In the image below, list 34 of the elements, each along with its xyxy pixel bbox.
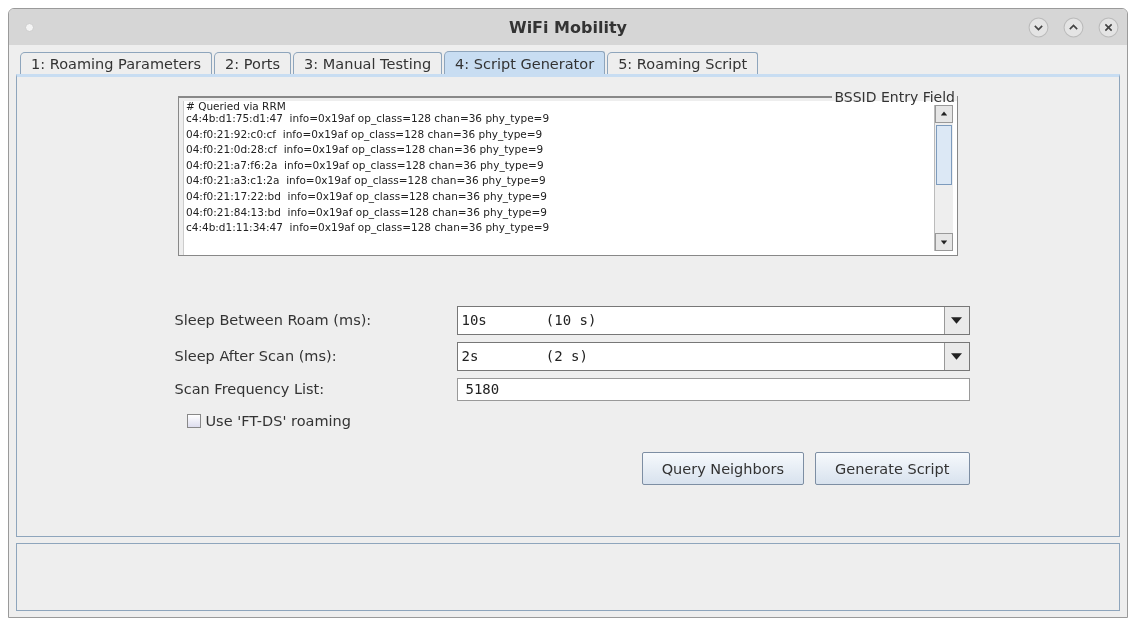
caret-icon — [951, 352, 962, 360]
group-title: BSSID Entry Field — [833, 89, 956, 105]
field-label: Scan Frequency List: — [174, 381, 326, 397]
text-line: # Queried via RRM — [186, 101, 287, 111]
scrollbar[interactable] — [934, 105, 953, 251]
tab[interactable]: 3: Manual Testing — [293, 52, 443, 74]
minimize-icon[interactable] — [1028, 16, 1049, 38]
close-icon[interactable] — [1098, 16, 1119, 38]
scroll-up-icon[interactable] — [935, 105, 953, 123]
maximize-icon[interactable] — [1063, 16, 1084, 38]
tab[interactable]: 2: Ports — [214, 52, 292, 74]
tab[interactable]: 1: Roaming Parameters — [20, 52, 213, 74]
text-line: 04:f0:21:84:13:bd info=0x19af op_class=128 chan=36 phy_type=9 — [186, 204, 549, 221]
text-line: c4:4b:d1:75:d1:47 info=0x19af op_class=128 chan=36 phy_type=9 — [186, 111, 551, 127]
action-button[interactable]: Query Neighbors — [641, 452, 805, 485]
input-field[interactable]: 5180 — [456, 377, 970, 401]
action-button[interactable]: Generate Script — [815, 452, 970, 485]
text-line: 04:f0:21:0d:28:cf info=0x19af op_class=128 chan=36 phy_type=9 — [186, 142, 545, 158]
field-label: Sleep After Scan (ms): — [174, 348, 338, 364]
tab[interactable]: 4: Script Generator — [444, 51, 606, 74]
field-label: Sleep Between Roam (ms): — [174, 312, 373, 328]
scroll-down-icon[interactable] — [935, 233, 953, 251]
tab[interactable]: 5: Roaming Script — [607, 52, 759, 74]
text-line: 04:f0:21:17:22:bd info=0x19af op_class=128 chan=36 phy_type=9 — [186, 188, 549, 205]
checkbox[interactable] — [186, 414, 201, 428]
text-line: 04:f0:21:a3:c1:2a info=0x19af op_class=128 chan=36 phy_type=9 — [186, 173, 547, 189]
dropdown[interactable]: 2s (2 s) — [456, 341, 970, 371]
text-line: 04:f0:21:92:c0:cf info=0x19af op_class=128 chan=36 phy_type=9 — [186, 126, 544, 143]
text-line: 04:f0:21:a7:f6:2a info=0x19af op_class=128 chan=36 phy_type=9 — [186, 157, 545, 174]
window-title: WiFi Mobility — [509, 17, 627, 37]
caret-icon — [951, 316, 962, 324]
text-line: c4:4b:d1:11:34:47 info=0x19af op_class=128 chan=36 phy_type=9 — [186, 220, 551, 236]
dropdown[interactable]: 10s (10 s) — [456, 305, 970, 335]
checkbox-label: Use 'FT-DS' roaming — [205, 413, 351, 429]
